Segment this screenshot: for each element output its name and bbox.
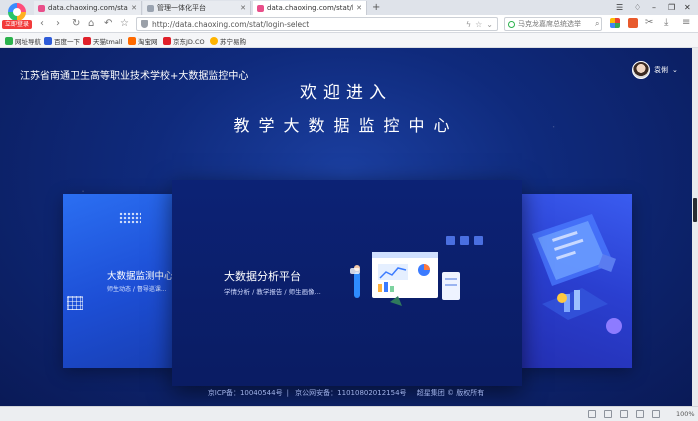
address-bar: ‹ › ↻ ⌂ ↶ ☆ http://data.chaoxing.com/sta… bbox=[0, 15, 698, 33]
vertical-scrollbar[interactable] bbox=[692, 48, 698, 406]
bookmark-label: 京东JD.CO bbox=[173, 37, 205, 46]
login-badge[interactable]: 立即登录 bbox=[2, 20, 32, 29]
bookmark-favicon-icon bbox=[128, 36, 136, 45]
back-icon[interactable]: ‹ bbox=[40, 17, 44, 31]
icp-record[interactable]: 京ICP备：10040544号 bbox=[208, 389, 283, 397]
card-data-analysis[interactable]: 大数据分析平台 学情分析 / 教学报告 / 师生画像... bbox=[172, 180, 522, 386]
bookmark-favicon-icon bbox=[163, 36, 171, 45]
browser-logo-icon bbox=[8, 3, 26, 21]
chevron-down-icon[interactable]: ⌄ bbox=[486, 20, 493, 29]
page-content: 江苏省南通卫生高等职业技术学校+大数据监控中心 袁俐 ⌄ 欢迎进入 教学大数据监… bbox=[0, 48, 692, 406]
welcome-heading: 欢迎进入 bbox=[300, 83, 392, 103]
screenshot-icon[interactable] bbox=[636, 410, 644, 418]
close-icon[interactable]: ✕ bbox=[356, 4, 362, 12]
bookmark-favicon-icon bbox=[5, 36, 13, 45]
user-name[interactable]: 袁俐 bbox=[654, 65, 668, 75]
dot-grid-decoration bbox=[119, 212, 141, 224]
favicon-icon bbox=[147, 4, 154, 12]
download-icon[interactable]: ⤓ bbox=[664, 16, 668, 30]
url-text[interactable]: http://data.chaoxing.com/stat/login-sele… bbox=[152, 20, 462, 29]
dashboard-illustration-icon bbox=[350, 236, 483, 306]
page-subtitle: 教学大数据监控中心 bbox=[233, 116, 459, 135]
bookmark-item[interactable]: 苏宁易购 bbox=[210, 35, 246, 46]
zoom-level[interactable]: 100% bbox=[676, 410, 695, 418]
new-tab-button[interactable]: + bbox=[372, 1, 380, 14]
bookmark-label: 网址导航 bbox=[15, 37, 41, 46]
police-record[interactable]: 京公网安备：11010802012154号 bbox=[295, 389, 406, 397]
bookmark-label: 淘宝网 bbox=[138, 37, 158, 46]
analytics-illustration-icon bbox=[532, 214, 622, 334]
restore-icon[interactable]: ❐ bbox=[668, 1, 675, 14]
favicon-icon bbox=[38, 4, 45, 12]
card-subtitle: 学情分析 / 教学报告 / 师生画像... bbox=[224, 288, 321, 296]
accelerate-icon[interactable] bbox=[604, 410, 612, 418]
bookmark-item[interactable]: 淘宝网 bbox=[128, 35, 158, 46]
status-bar: 100% bbox=[0, 406, 698, 421]
search-box[interactable]: ⌕ bbox=[504, 17, 602, 31]
copyright: 超星集团 © 版权所有 bbox=[416, 389, 485, 397]
refresh-icon[interactable]: ↻ bbox=[72, 17, 80, 31]
tab-bar: 立即登录 data.chaoxing.com/stat/login ✕ 管理一体… bbox=[0, 0, 698, 29]
search-icon[interactable]: ⌕ bbox=[595, 19, 599, 29]
card-right-illustration[interactable] bbox=[522, 194, 632, 368]
bookmark-label: 苏宁易购 bbox=[220, 37, 246, 46]
undo-close-icon[interactable]: ↶ bbox=[104, 17, 112, 31]
close-icon[interactable]: ✕ bbox=[131, 4, 137, 12]
tab-2[interactable]: 管理一体化平台 ✕ bbox=[143, 1, 251, 15]
scissors-icon[interactable]: ✂ bbox=[645, 16, 653, 30]
bookmark-star-icon[interactable]: ☆ bbox=[475, 20, 482, 29]
home-icon[interactable]: ⌂ bbox=[88, 17, 94, 31]
security-shield-icon bbox=[141, 20, 148, 28]
close-icon[interactable]: ✕ bbox=[240, 4, 246, 12]
avatar[interactable] bbox=[632, 61, 650, 79]
url-field[interactable]: http://data.chaoxing.com/stat/login-sele… bbox=[136, 17, 498, 31]
download-manager-icon[interactable] bbox=[620, 410, 628, 418]
bookmark-label: 百度一下 bbox=[54, 37, 80, 46]
tab-3-active[interactable]: data.chaoxing.com/stat/login ✕ bbox=[253, 1, 367, 15]
bookmark-item[interactable]: 天猫tmall bbox=[83, 35, 122, 46]
menu-icon[interactable]: ☰ bbox=[616, 1, 623, 14]
bookmark-favicon-icon bbox=[44, 36, 52, 45]
close-window-icon[interactable]: ✕ bbox=[684, 1, 691, 14]
sound-icon[interactable] bbox=[652, 410, 660, 418]
bookmark-item[interactable]: 京东JD.CO bbox=[163, 35, 205, 46]
card-title: 大数据分析平台 bbox=[224, 270, 301, 283]
favicon-icon bbox=[257, 4, 264, 12]
search-input[interactable] bbox=[518, 20, 592, 28]
bookmark-label: 天猫tmall bbox=[93, 37, 123, 46]
lightning-icon[interactable]: ϟ bbox=[466, 20, 471, 29]
page-footer: 京ICP备：10040544号 | 京公网安备：11010802012154号 超… bbox=[207, 389, 485, 397]
apps-icon[interactable] bbox=[610, 18, 620, 28]
search-engine-icon[interactable] bbox=[508, 20, 515, 28]
minimize-icon[interactable]: – bbox=[652, 1, 656, 14]
card-title: 大数据监测中心 bbox=[107, 271, 174, 282]
tab-title: 管理一体化平台 bbox=[157, 4, 206, 12]
tab-title: data.chaoxing.com/stat/login bbox=[267, 4, 354, 12]
card-data-monitoring[interactable]: 大数据监测中心 师生动态 / 督导巡课... bbox=[63, 194, 174, 368]
bookmarks-bar: 网址导航 百度一下 天猫tmall 淘宝网 京东JD.CO 苏宁易购 bbox=[0, 33, 698, 48]
user-menu[interactable]: 袁俐 ⌄ bbox=[632, 61, 678, 79]
grid-decoration bbox=[67, 296, 83, 310]
tab-1[interactable]: data.chaoxing.com/stat/login ✕ bbox=[34, 1, 142, 15]
bookmark-item[interactable]: 网址导航 bbox=[5, 35, 41, 46]
game-icon[interactable] bbox=[628, 18, 638, 28]
bookmark-favicon-icon bbox=[210, 36, 218, 45]
tab-title: data.chaoxing.com/stat/login bbox=[48, 4, 128, 12]
bookmark-item[interactable]: 百度一下 bbox=[44, 35, 80, 46]
skin-icon[interactable]: ♢ bbox=[634, 1, 641, 14]
forward-icon[interactable]: › bbox=[56, 17, 60, 31]
favorite-star-icon[interactable]: ☆ bbox=[120, 17, 129, 31]
card-subtitle: 师生动态 / 督导巡课... bbox=[107, 286, 167, 293]
browser-logo[interactable]: 立即登录 bbox=[2, 1, 32, 31]
scrollbar-thumb[interactable] bbox=[693, 198, 697, 222]
chevron-down-icon[interactable]: ⌄ bbox=[672, 66, 678, 74]
more-menu-icon[interactable]: ≡ bbox=[682, 16, 690, 30]
bookmark-favicon-icon bbox=[83, 36, 91, 45]
speed-icon[interactable] bbox=[588, 410, 596, 418]
